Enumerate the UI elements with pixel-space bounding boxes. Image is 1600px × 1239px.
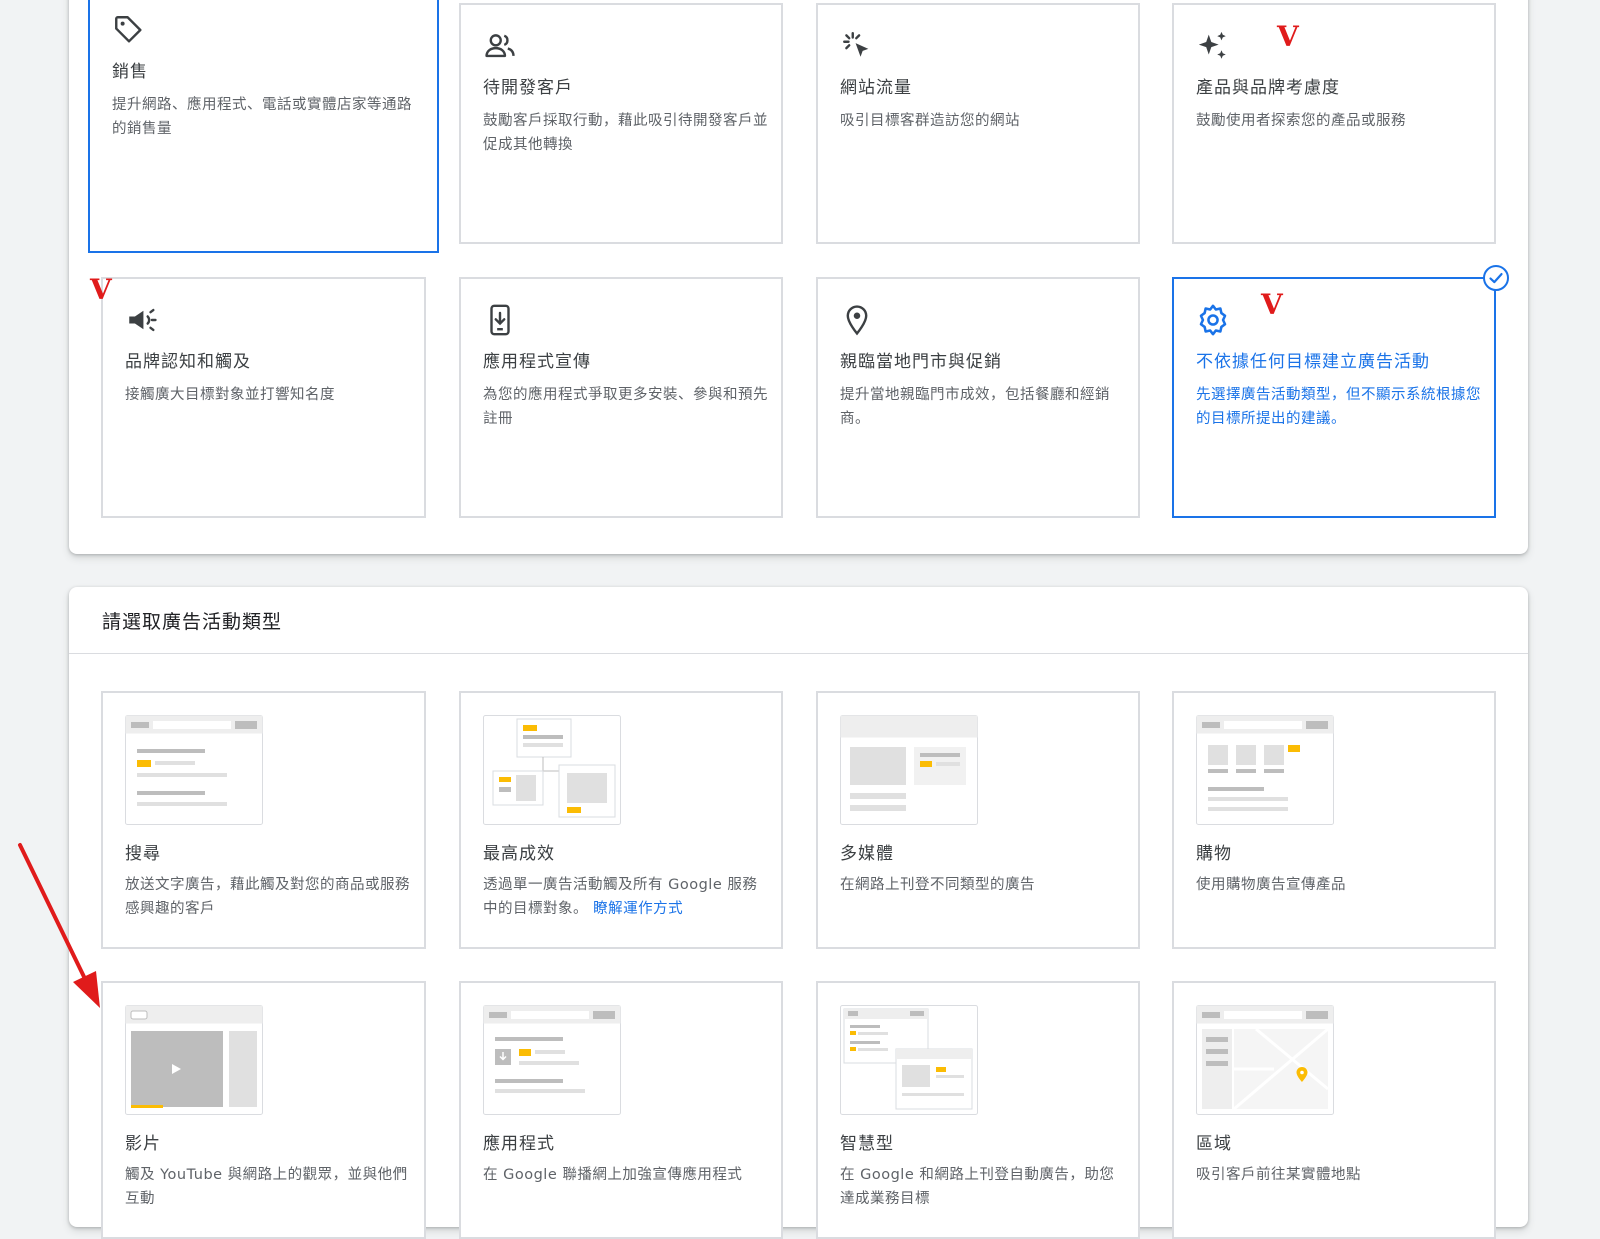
type-desc: 放送文字廣告，藉此觸及對您的商品或服務感興趣的客戶 [125,877,410,917]
type-title: 多媒體 [840,844,894,864]
type-desc: 在網路上刊登不同類型的廣告 [840,877,1035,893]
goal-title: 親臨當地門市與促銷 [840,352,1002,372]
phone-download-icon [490,304,510,336]
annotation-mark: V [1277,20,1299,53]
campaign-type-panel: 請選取廣告活動類型 搜尋 放送文字廣告，藉此觸及對您的商品或服務感興趣的客戶 最… [69,587,1528,1239]
goal-title: 網站流量 [840,78,912,98]
sparkle-icon [1198,31,1226,59]
goal-title: 銷售 [112,62,148,82]
goal-desc: 為您的應用程式爭取更多安裝、參與和預先註冊 [483,387,768,427]
type-title: 智慧型 [840,1134,894,1154]
type-title: 區域 [1196,1134,1232,1154]
goal-card-website-traffic[interactable]: 網站流量 吸引目標客群造訪您的網站 [816,3,1140,244]
gear-icon [1199,304,1227,336]
goal-selection-panel: 銷售 提升網路、應用程式、電話或實體店家等通路的銷售量 待開發客戶 鼓勵客戶採取… [69,0,1528,554]
type-title: 應用程式 [483,1134,555,1154]
goal-title: 品牌認知和觸及 [125,352,251,372]
location-pin-icon [846,305,868,336]
goal-desc: 接觸廣大目標對象並打響知名度 [125,387,335,403]
type-desc: 在 Google 聯播網上加強宣傳應用程式 [483,1167,743,1183]
goal-desc: 提升當地親臨門市成效，包括餐廳和經銷商。 [840,387,1110,427]
people-icon [485,34,515,58]
goal-title: 不依據任何目標建立廣告活動 [1196,352,1430,372]
annotation-mark: V [1261,288,1283,321]
goal-card-product-consideration[interactable]: 產品與品牌考慮度 鼓勵使用者探索您的產品或服務 [1172,3,1496,244]
goal-desc: 提升網路、應用程式、電話或實體店家等通路的銷售量 [112,97,412,137]
section-header: 請選取廣告活動類型 [69,587,1528,654]
type-desc: 觸及 YouTube 與網路上的觀眾，並與他們互動 [125,1167,408,1207]
goal-card-sales[interactable]: 銷售 提升網路、應用程式、電話或實體店家等通路的銷售量 [88,0,439,253]
cursor-click-icon [843,32,869,57]
type-card-display[interactable]: 多媒體 在網路上刊登不同類型的廣告 [816,691,1140,949]
type-card-performance-max[interactable]: 最高成效 透過單一廣告活動觸及所有 Google 服務中的目標對象。 瞭解運作方… [459,691,783,949]
section-title: 請選取廣告活動類型 [102,611,283,633]
type-desc: 在 Google 和網路上刊登自動廣告，助您達成業務目標 [840,1167,1115,1207]
annotation-mark: V [90,273,112,306]
video-thumbnail [125,1005,263,1115]
shopping-thumbnail [1196,715,1334,825]
type-title: 影片 [125,1134,161,1154]
check-circle-icon [1483,265,1509,291]
type-desc: 透過單一廣告活動觸及所有 Google 服務中的目標對象。 瞭解運作方式 [483,873,769,921]
goal-desc: 吸引目標客群造訪您的網站 [840,113,1020,129]
goal-desc: 先選擇廣告活動類型，但不顯示系統根據您的目標所提出的建議。 [1196,387,1481,427]
goal-card-leads[interactable]: 待開發客戶 鼓勵客戶採取行動，藉此吸引待開發客戶並促成其他轉換 [459,3,783,244]
type-title: 最高成效 [483,844,555,864]
local-thumbnail [1196,1005,1334,1115]
type-desc: 使用購物廣告宣傳產品 [1196,877,1346,893]
app-thumbnail [483,1005,621,1115]
megaphone-icon [129,308,157,332]
goal-title: 產品與品牌考慮度 [1196,78,1340,98]
goal-card-local-store-visits[interactable]: 親臨當地門市與促銷 提升當地親臨門市成效，包括餐廳和經銷商。 [816,277,1140,518]
smart-thumbnail [840,1005,978,1115]
goal-card-brand-awareness[interactable]: 品牌認知和觸及 接觸廣大目標對象並打響知名度 [101,277,426,518]
type-card-video[interactable]: 影片 觸及 YouTube 與網路上的觀眾，並與他們互動 [101,981,426,1239]
goal-title: 應用程式宣傳 [483,352,591,372]
type-desc: 吸引客戶前往某實體地點 [1196,1167,1361,1183]
type-title: 搜尋 [125,844,161,864]
search-thumbnail [125,715,263,825]
type-card-local[interactable]: 區域 吸引客戶前往某實體地點 [1172,981,1496,1239]
type-card-shopping[interactable]: 購物 使用購物廣告宣傳產品 [1172,691,1496,949]
goal-card-no-goal[interactable]: 不依據任何目標建立廣告活動 先選擇廣告活動類型，但不顯示系統根據您的目標所提出的… [1172,277,1496,518]
type-title: 購物 [1196,844,1232,864]
type-card-search[interactable]: 搜尋 放送文字廣告，藉此觸及對您的商品或服務感興趣的客戶 [101,691,426,949]
type-card-app[interactable]: 應用程式 在 Google 聯播網上加強宣傳應用程式 [459,981,783,1239]
goal-desc: 鼓勵使用者探索您的產品或服務 [1196,113,1406,129]
learn-how-link[interactable]: 瞭解運作方式 [593,901,683,917]
display-thumbnail [840,715,978,825]
goal-title: 待開發客戶 [483,78,573,98]
goal-card-app-promotion[interactable]: 應用程式宣傳 為您的應用程式爭取更多安裝、參與和預先註冊 [459,277,783,518]
goal-desc: 鼓勵客戶採取行動，藉此吸引待開發客戶並促成其他轉換 [483,113,768,153]
tag-icon [115,16,142,43]
performance-max-thumbnail [483,715,621,825]
type-card-smart[interactable]: 智慧型 在 Google 和網路上刊登自動廣告，助您達成業務目標 [816,981,1140,1239]
